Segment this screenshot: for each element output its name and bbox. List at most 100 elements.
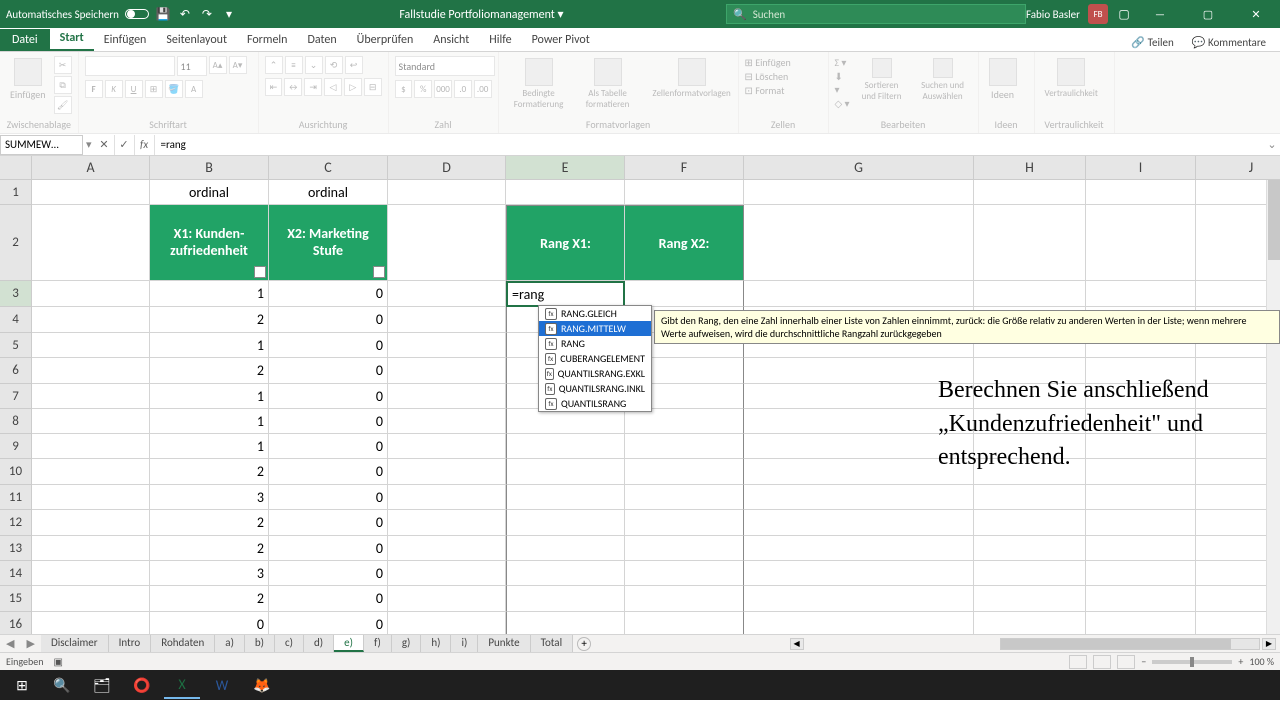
align-bottom-icon[interactable]: ⌄ [305, 56, 323, 74]
sheet-tab-d[interactable]: d) [304, 635, 334, 652]
cell-B14[interactable]: 3 [150, 561, 269, 586]
search-task-icon[interactable]: 🔍 [44, 671, 80, 699]
undo-icon[interactable]: ↶ [177, 6, 193, 22]
cell-A12[interactable] [32, 510, 150, 536]
start-menu-icon[interactable]: ⊞ [4, 671, 40, 699]
quick-access-more[interactable]: ▾ [221, 6, 237, 22]
font-color-icon[interactable]: A [185, 80, 203, 98]
cell-C8[interactable]: 0 [269, 409, 388, 434]
grid[interactable]: ABCDEFGHIJK 12345678910111213141516 ordi… [0, 156, 1280, 634]
sheet-tab-Punkte[interactable]: Punkte [478, 635, 530, 652]
zoom-level[interactable]: 100 % [1249, 655, 1274, 668]
row-header-3[interactable]: 3 [0, 281, 32, 307]
cell-G14[interactable] [744, 561, 974, 586]
autocomplete-item[interactable]: fxRANG.GLEICH [539, 306, 651, 321]
sheet-tab-f[interactable]: f) [364, 635, 392, 652]
tab-help[interactable]: Hilfe [479, 29, 521, 51]
cell-C5[interactable]: 0 [269, 333, 388, 358]
autosave-toggle[interactable] [125, 9, 149, 19]
paste-button[interactable]: Einfügen [6, 56, 50, 116]
italic-icon[interactable]: K [105, 80, 123, 98]
cell-D9[interactable] [388, 434, 506, 459]
cell-B9[interactable]: 1 [150, 434, 269, 459]
autocomplete-item[interactable]: fxQUANTILSRANG.INKL [539, 381, 651, 396]
cell-F9[interactable] [625, 434, 744, 459]
row-header-13[interactable]: 13 [0, 536, 32, 561]
cell-H2[interactable] [974, 205, 1086, 281]
cell-D3[interactable] [388, 281, 506, 307]
share-button[interactable]: 🔗 Teilen [1125, 34, 1179, 51]
autosum-icon[interactable]: Σ ▾ [835, 56, 850, 69]
align-left-icon[interactable]: ⇤ [265, 78, 283, 96]
cell-E16[interactable] [506, 612, 625, 634]
cell-G15[interactable] [744, 586, 974, 612]
select-all-corner[interactable] [0, 156, 32, 180]
row-header-15[interactable]: 15 [0, 586, 32, 612]
name-box[interactable]: SUMMEW… [0, 135, 83, 155]
minimize-button[interactable]: — [1140, 0, 1180, 28]
cell-H12[interactable] [974, 510, 1086, 536]
cell-F3[interactable] [625, 281, 744, 307]
cell-C6[interactable]: 0 [269, 358, 388, 384]
cell-F13[interactable] [625, 536, 744, 561]
cells-format-button[interactable]: ⊡ Format [745, 84, 822, 97]
tab-powerpivot[interactable]: Power Pivot [522, 29, 600, 51]
cell-A16[interactable] [32, 612, 150, 634]
cell-F10[interactable] [625, 459, 744, 485]
align-middle-icon[interactable]: ≡ [285, 56, 303, 74]
cell-D5[interactable] [388, 333, 506, 358]
cell-D15[interactable] [388, 586, 506, 612]
sheet-tab-i[interactable]: i) [451, 635, 478, 652]
increase-indent-icon[interactable]: ▷ [344, 78, 362, 96]
cell-H15[interactable] [974, 586, 1086, 612]
cell-B2[interactable]: X1: Kunden-zufriedenheit▾ [150, 205, 269, 281]
cell-C7[interactable]: 0 [269, 384, 388, 409]
cell-E2[interactable]: Rang X1: [506, 205, 625, 281]
cell-H13[interactable] [974, 536, 1086, 561]
cell-F14[interactable] [625, 561, 744, 586]
row-header-2[interactable]: 2 [0, 205, 32, 281]
cell-H3[interactable] [974, 281, 1086, 307]
sensitivity-button[interactable]: Vertraulichkeit [1041, 56, 1102, 116]
zoom-in-icon[interactable]: + [1238, 655, 1243, 668]
cell-F1[interactable] [625, 180, 744, 205]
macro-record-icon[interactable]: ▣ [54, 655, 63, 668]
firefox-task-icon[interactable]: 🦊 [244, 671, 280, 699]
autocomplete-item[interactable]: fxQUANTILSRANG.EXKL [539, 366, 651, 381]
excel-task-icon[interactable]: X [164, 671, 200, 699]
sheet-tab-Intro[interactable]: Intro [109, 635, 152, 652]
cell-B13[interactable]: 2 [150, 536, 269, 561]
cell-A5[interactable] [32, 333, 150, 358]
cell-G2[interactable] [744, 205, 974, 281]
cell-E15[interactable] [506, 586, 625, 612]
sheet-nav-prev-icon[interactable]: ◀ [0, 637, 20, 650]
align-top-icon[interactable]: ⌃ [265, 56, 283, 74]
cell-D2[interactable] [388, 205, 506, 281]
cell-A9[interactable] [32, 434, 150, 459]
enter-formula-icon[interactable]: ✓ [115, 135, 135, 155]
column-header-C[interactable]: C [269, 156, 388, 180]
cell-C14[interactable]: 0 [269, 561, 388, 586]
cell-F2[interactable]: Rang X2: [625, 205, 744, 281]
hscroll-right[interactable]: ▶ [1262, 638, 1276, 650]
tab-review[interactable]: Überprüfen [347, 29, 424, 51]
column-header-F[interactable]: F [625, 156, 744, 180]
maximize-button[interactable]: ▢ [1188, 0, 1228, 28]
insert-function-icon[interactable]: fx [135, 135, 155, 155]
cell-C2[interactable]: X2: Marketing Stufe▾ [269, 205, 388, 281]
cell-C16[interactable]: 0 [269, 612, 388, 634]
tab-view[interactable]: Ansicht [423, 29, 479, 51]
cell-C10[interactable]: 0 [269, 459, 388, 485]
cell-I16[interactable] [1086, 612, 1196, 634]
search-box[interactable]: 🔍 Suchen [726, 4, 1026, 24]
font-family-select[interactable] [85, 56, 175, 76]
orientation-icon[interactable]: ⟲ [325, 56, 343, 74]
cell-F8[interactable] [625, 409, 744, 434]
cell-A8[interactable] [32, 409, 150, 434]
cells-delete-button[interactable]: ⊟ Löschen [745, 70, 822, 83]
percent-icon[interactable]: % [414, 80, 432, 98]
cell-E8[interactable] [506, 409, 625, 434]
cell-A6[interactable] [32, 358, 150, 384]
cell-D4[interactable] [388, 307, 506, 333]
increase-font-icon[interactable]: A▴ [209, 56, 227, 74]
